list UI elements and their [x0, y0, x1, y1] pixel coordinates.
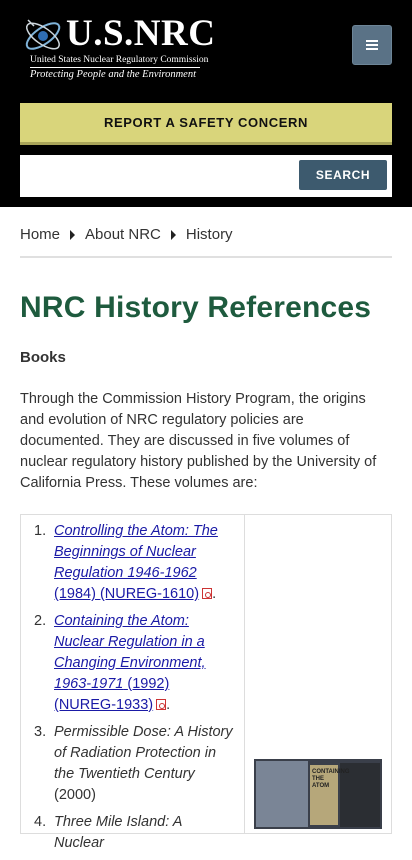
breadcrumb-separator-icon	[170, 229, 176, 240]
reference-number: 3.	[34, 724, 47, 740]
reference-suffix: .	[166, 697, 171, 713]
reference-number: 4.	[34, 814, 47, 830]
page-title: NRC History References	[20, 291, 372, 324]
reference-item: 1. Controlling the Atom: The Beginnings o…	[34, 521, 234, 605]
logo-rule	[30, 67, 200, 68]
reference-link[interactable]: Containing the Atom: Nuclear Regulation …	[54, 613, 206, 713]
references-list: 1. Controlling the Atom: The Beginnings o…	[34, 521, 234, 860]
reference-detail: (2000)	[54, 787, 96, 803]
reference-link[interactable]: Controlling the Atom: The Beginnings of …	[54, 523, 218, 602]
search-input[interactable]	[26, 160, 294, 192]
book-cover-title: CONTAINING THE ATOM	[312, 769, 350, 789]
reference-body: Containing the Atom: Nuclear Regulation …	[54, 611, 234, 716]
reference-title: Permissible Dose: A History of Radiation…	[54, 724, 233, 782]
breadcrumb-separator-icon	[70, 229, 76, 240]
reference-title: Three Mile Island: A Nuclear	[54, 814, 182, 851]
section-label-books: Books	[20, 349, 66, 366]
breadcrumb-divider	[20, 256, 392, 258]
reference-body: Permissible Dose: A History of Radiation…	[54, 722, 234, 806]
breadcrumb: Home About NRC History	[20, 226, 233, 243]
pdf-icon[interactable]	[156, 699, 167, 710]
brand-name: U.S.NRC	[66, 13, 216, 54]
book-cover-image: CONTAINING THE ATOM	[254, 759, 382, 829]
reference-number: 2.	[34, 613, 47, 629]
reference-body: Three Mile Island: A Nuclear	[54, 812, 234, 854]
reference-item: 3. Permissible Dose: A History of Radiati…	[34, 722, 234, 806]
reference-title: Controlling the Atom: The Beginnings of …	[54, 523, 218, 581]
search-button[interactable]: SEARCH	[299, 160, 387, 190]
references-table: 1. Controlling the Atom: The Beginnings o…	[20, 514, 392, 851]
table-column-divider	[244, 515, 245, 833]
agency-tagline: Protecting People and the Environment	[30, 69, 197, 80]
site-header: U.S.NRC United States Nuclear Regulatory…	[0, 0, 412, 207]
pdf-icon[interactable]	[202, 588, 213, 599]
nrc-seal-icon	[25, 19, 61, 50]
reference-body: Controlling the Atom: The Beginnings of …	[54, 521, 234, 605]
menu-button[interactable]	[352, 25, 392, 65]
breadcrumb-about-nrc[interactable]: About NRC	[85, 226, 161, 243]
reference-item: 2. Containing the Atom: Nuclear Regulatio…	[34, 611, 234, 716]
agency-name: United States Nuclear Regulatory Commiss…	[30, 55, 209, 65]
reference-detail: (1984) (NUREG-1610)	[54, 586, 200, 602]
report-safety-concern-button[interactable]: REPORT A SAFETY CONCERN	[20, 103, 392, 145]
intro-paragraph: Through the Commission History Program, …	[20, 391, 377, 491]
reference-number: 1.	[34, 523, 47, 539]
breadcrumb-home[interactable]: Home	[20, 226, 60, 243]
breadcrumb-history[interactable]: History	[186, 226, 233, 243]
reference-item: 4. Three Mile Island: A Nuclear	[34, 812, 234, 854]
reference-suffix: .	[212, 586, 217, 602]
hamburger-icon	[366, 40, 378, 50]
search-bar: SEARCH	[20, 155, 392, 197]
nrc-logo[interactable]: U.S.NRC United States Nuclear Regulatory…	[20, 12, 215, 82]
